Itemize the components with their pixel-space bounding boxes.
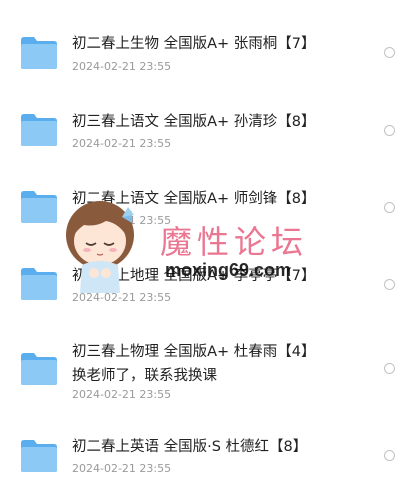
file-title: 初二春上地理 全国版A+ 李亭亭【7】 (72, 268, 316, 284)
file-title: 初二春上语文 全国版A+ 师剑锋【8】 (72, 191, 316, 207)
list-item[interactable]: 初二春上地理 全国版A+ 李亭亭【7】 2024-02-21 23:55 (0, 240, 409, 320)
file-title: 初三春上语文 全国版A+ 孙清珍【8】 (72, 114, 316, 130)
folder-icon (21, 37, 57, 69)
select-radio[interactable] (384, 47, 395, 58)
folder-icon (21, 191, 57, 223)
list-item[interactable]: 初三春上物理 全国版A+ 杜春雨【4】 换老师了，联系我换课 2024-02-2… (0, 320, 409, 420)
select-radio[interactable] (384, 202, 395, 213)
list-item[interactable]: 初二春上生物 全国版A+ 张雨桐【7】 2024-02-21 23:55 (0, 0, 409, 80)
file-date: 2024-02-21 23:55 (72, 291, 172, 304)
list-item[interactable]: 初二春上语文 全国版A+ 师剑锋【8】 2024-02-21 23:55 (0, 160, 409, 240)
file-title: 初三春上物理 全国版A+ 杜春雨【4】 换老师了，联系我换课 (72, 344, 316, 384)
folder-icon (21, 268, 57, 300)
list-item[interactable]: 初二春上英语 全国版·S 杜德红【8】 2024-02-21 23:55 (0, 420, 409, 500)
file-title: 初二春上生物 全国版A+ 张雨桐【7】 (72, 36, 316, 52)
file-date: 2024-02-21 23:55 (72, 214, 172, 227)
file-date: 2024-02-21 23:55 (72, 462, 172, 475)
select-radio[interactable] (384, 279, 395, 290)
folder-icon (21, 440, 57, 472)
file-date: 2024-02-21 23:55 (72, 60, 172, 73)
file-date: 2024-02-21 23:55 (72, 137, 172, 150)
file-title: 初二春上英语 全国版·S 杜德红【8】 (72, 439, 308, 455)
select-radio[interactable] (384, 363, 395, 374)
file-date: 2024-02-21 23:55 (72, 388, 172, 401)
folder-icon (21, 114, 57, 146)
select-radio[interactable] (384, 125, 395, 136)
select-radio[interactable] (384, 450, 395, 461)
folder-icon (21, 353, 57, 385)
list-item[interactable]: 初三春上语文 全国版A+ 孙清珍【8】 2024-02-21 23:55 (0, 80, 409, 160)
